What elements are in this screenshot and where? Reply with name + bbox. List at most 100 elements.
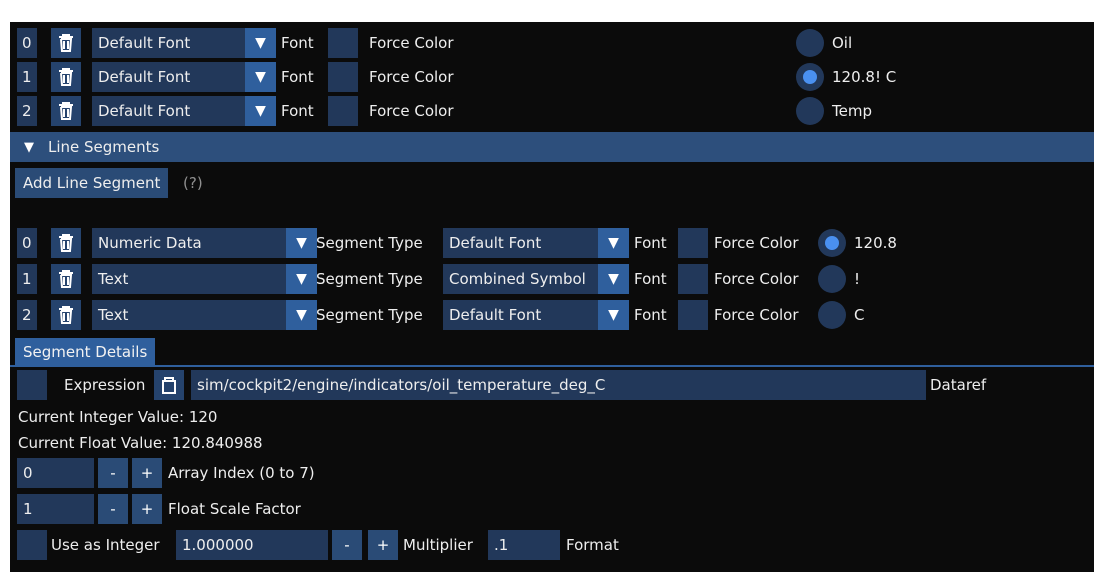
multiplier-decrement-button[interactable]: - [332, 530, 362, 560]
float-scale-decrement-button[interactable]: - [98, 494, 128, 524]
font-dropdown-button[interactable]: ▼ [245, 96, 276, 126]
segment-force-color-checkbox[interactable] [678, 264, 708, 294]
array-index-increment-button[interactable]: + [132, 458, 162, 488]
force-color-label: Force Color [369, 102, 454, 120]
force-color-checkbox[interactable] [328, 28, 358, 58]
triangle-down-icon: ▼ [255, 103, 266, 119]
tab-underline [10, 365, 1094, 367]
float-scale-increment-button[interactable]: + [132, 494, 162, 524]
delete-segment-button[interactable] [51, 264, 81, 294]
trash-icon [59, 68, 73, 86]
float-scale-row: 1 - + Float Scale Factor [10, 494, 1094, 524]
font-select[interactable]: Default Font [92, 96, 245, 126]
segment-font-dropdown-button[interactable]: ▼ [598, 264, 629, 294]
segment-row-1: 1 Text ▼ Segment Type Combined Symbol ▼ … [10, 264, 1094, 294]
segment-type-dropdown-button[interactable]: ▼ [286, 228, 317, 258]
segment-type-select[interactable]: Text [92, 264, 286, 294]
dataref-label: Dataref [930, 376, 987, 394]
segment-radio-label: ! [854, 270, 861, 288]
font-label: Font [281, 34, 314, 52]
use-as-integer-checkbox[interactable] [17, 530, 47, 560]
delete-font-button[interactable] [51, 96, 81, 126]
multiplier-increment-button[interactable]: + [368, 530, 398, 560]
font-dropdown-button[interactable]: ▼ [245, 62, 276, 92]
trash-icon [59, 234, 73, 252]
font-row-0: 0 Default Font ▼ Font Force Color Oil [10, 28, 1094, 58]
trash-icon [59, 102, 73, 120]
font-dropdown-button[interactable]: ▼ [245, 28, 276, 58]
array-index-input[interactable]: 0 [17, 458, 94, 488]
font-radio-label: Oil [832, 34, 853, 52]
font-select[interactable]: Default Font [92, 62, 245, 92]
force-color-label: Force Color [369, 68, 454, 86]
triangle-down-icon: ▼ [296, 271, 307, 287]
help-marker[interactable]: (?) [183, 168, 203, 198]
multiplier-input[interactable]: 1.000000 [176, 530, 328, 560]
font-row-1: 1 Default Font ▼ Font Force Color 120.8!… [10, 62, 1094, 92]
current-float-value: Current Float Value: 120.840988 [18, 434, 263, 452]
segment-font-select[interactable]: Default Font [443, 300, 598, 330]
segment-force-color-checkbox[interactable] [678, 228, 708, 258]
font-row-index: 0 [17, 28, 37, 58]
font-row-2: 2 Default Font ▼ Font Force Color Temp [10, 96, 1094, 126]
expression-checkbox[interactable] [17, 370, 47, 400]
xplane-display-editor-panel: 0 Default Font ▼ Font Force Color Oil 1 … [10, 22, 1094, 572]
dataref-input[interactable]: sim/cockpit2/engine/indicators/oil_tempe… [191, 370, 926, 400]
expression-label: Expression [64, 376, 146, 394]
segment-type-dropdown-button[interactable]: ▼ [286, 264, 317, 294]
segment-force-color-label: Force Color [714, 270, 799, 288]
segment-force-color-checkbox[interactable] [678, 300, 708, 330]
format-input[interactable]: .1 [488, 530, 560, 560]
triangle-down-icon: ▼ [255, 35, 266, 51]
force-color-checkbox[interactable] [328, 96, 358, 126]
segment-font-select[interactable]: Default Font [443, 228, 598, 258]
tab-segment-details[interactable]: Segment Details [15, 338, 156, 367]
font-select[interactable]: Default Font [92, 28, 245, 58]
segment-index: 2 [17, 300, 37, 330]
delete-segment-button[interactable] [51, 228, 81, 258]
trash-icon [59, 34, 73, 52]
font-radio-button[interactable] [796, 63, 824, 91]
integer-options-row: Use as Integer 1.000000 - + Multiplier .… [10, 530, 1094, 560]
font-radio-label: 120.8! C [832, 68, 897, 86]
add-line-segment-row: Add Line Segment (?) [10, 168, 1094, 198]
segment-type-label: Segment Type [316, 270, 423, 288]
float-scale-label: Float Scale Factor [168, 500, 301, 518]
format-label: Format [566, 536, 619, 554]
use-as-integer-label: Use as Integer [51, 536, 160, 554]
array-index-decrement-button[interactable]: - [98, 458, 128, 488]
collapse-triangle-icon: ▼ [24, 139, 34, 155]
delete-segment-button[interactable] [51, 300, 81, 330]
segment-radio-label: C [854, 306, 865, 324]
segment-force-color-label: Force Color [714, 306, 799, 324]
segment-font-dropdown-button[interactable]: ▼ [598, 300, 629, 330]
segment-font-select[interactable]: Combined Symbol [443, 264, 598, 294]
add-line-segment-button[interactable]: Add Line Segment [15, 168, 169, 198]
line-segments-header[interactable]: ▼ Line Segments [10, 132, 1094, 162]
segment-type-label: Segment Type [316, 306, 423, 324]
segment-radio-button[interactable] [818, 229, 846, 257]
segment-type-select[interactable]: Text [92, 300, 286, 330]
expression-row: Expression sim/cockpit2/engine/indicator… [10, 370, 1094, 400]
triangle-down-icon: ▼ [296, 307, 307, 323]
delete-font-button[interactable] [51, 28, 81, 58]
array-index-row: 0 - + Array Index (0 to 7) [10, 458, 1094, 488]
float-scale-input[interactable]: 1 [17, 494, 94, 524]
segment-radio-label: 120.8 [854, 234, 897, 252]
multiplier-label: Multiplier [403, 536, 473, 554]
segment-font-label: Font [634, 270, 667, 288]
trash-icon [59, 306, 73, 324]
segment-type-dropdown-button[interactable]: ▼ [286, 300, 317, 330]
triangle-down-icon: ▼ [296, 235, 307, 251]
segment-font-dropdown-button[interactable]: ▼ [598, 228, 629, 258]
line-segments-title: Line Segments [48, 138, 160, 156]
segment-radio-button[interactable] [818, 301, 846, 329]
clipboard-button[interactable] [154, 370, 184, 400]
force-color-checkbox[interactable] [328, 62, 358, 92]
force-color-label: Force Color [369, 34, 454, 52]
font-radio-button[interactable] [796, 97, 824, 125]
delete-font-button[interactable] [51, 62, 81, 92]
font-radio-button[interactable] [796, 29, 824, 57]
segment-type-select[interactable]: Numeric Data [92, 228, 286, 258]
segment-radio-button[interactable] [818, 265, 846, 293]
